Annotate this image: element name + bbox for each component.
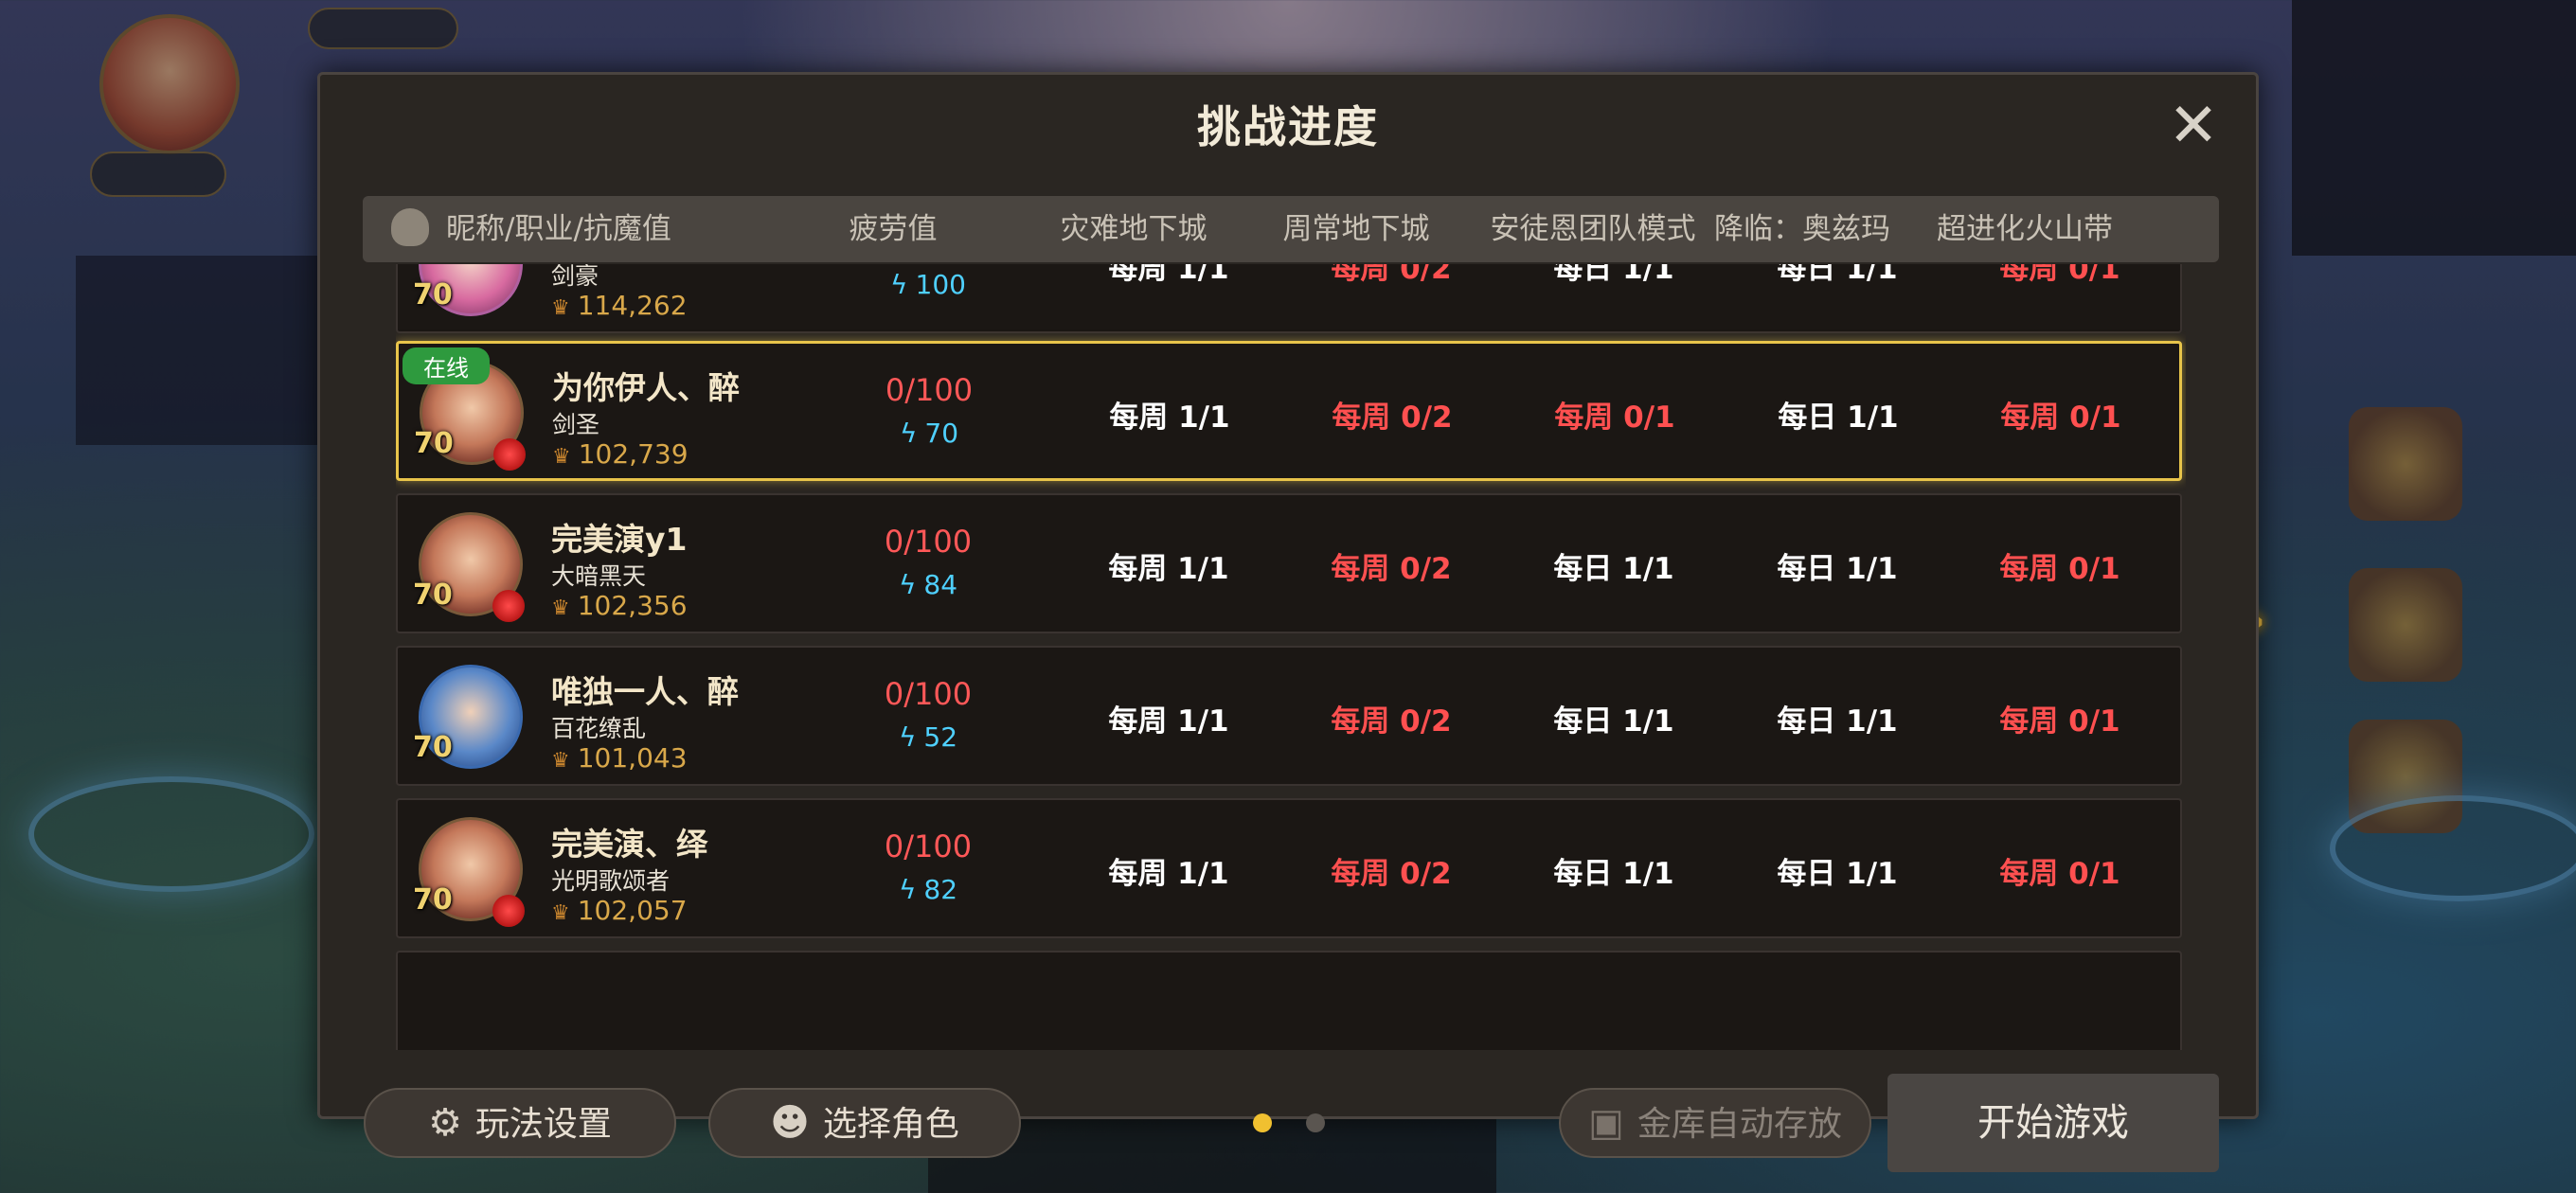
disaster-dungeon-progress: 每周 1/1 bbox=[1108, 704, 1229, 739]
crown-icon: ♛ bbox=[551, 901, 570, 925]
rose-decoration-icon bbox=[493, 438, 526, 471]
character-power: ♛ 114,262 bbox=[551, 290, 688, 321]
vault-icon: ▣ bbox=[1588, 1101, 1624, 1145]
column-header-anton-raid: 安徒恩团队模式 bbox=[1490, 212, 1696, 246]
character-level: 70 bbox=[413, 278, 453, 312]
crown-icon: ♛ bbox=[551, 749, 570, 773]
character-fatigue: 0/100 bbox=[885, 372, 974, 408]
character-icon: ☻ bbox=[770, 1101, 810, 1145]
character-level: 70 bbox=[413, 883, 453, 917]
character-row[interactable]: 70 唯独一人、醉 百花缭乱 ♛ 101,043 0/100 ϟ 52 每周 1/1… bbox=[396, 646, 2182, 786]
volcano-progress: 每周 0/1 bbox=[2000, 401, 2121, 435]
column-header-volcano: 超进化火山带 bbox=[1937, 212, 2113, 246]
disaster-dungeon-progress: 每周 1/1 bbox=[1108, 857, 1229, 891]
character-level: 70 bbox=[413, 731, 453, 764]
ozma-progress: 每日 1/1 bbox=[1777, 552, 1898, 586]
character-level: 70 bbox=[413, 579, 453, 612]
character-job: 剑圣 bbox=[552, 411, 600, 438]
anton-raid-progress: 每日 1/1 bbox=[1553, 857, 1674, 891]
disaster-dungeon-progress: 每周 1/1 bbox=[1108, 264, 1229, 286]
weekly-dungeon-progress: 每周 0/2 bbox=[1331, 704, 1452, 739]
lightning-icon: ϟ bbox=[898, 721, 917, 753]
anton-raid-progress: 每日 1/1 bbox=[1553, 552, 1674, 586]
character-name: 完美演y1 bbox=[551, 521, 688, 558]
weekly-dungeon-progress: 每周 0/2 bbox=[1331, 857, 1452, 891]
character-name: 唯独一人、醉 bbox=[551, 673, 739, 710]
character-power: ♛ 102,356 bbox=[551, 590, 688, 621]
page-indicator[interactable] bbox=[1306, 1113, 1325, 1132]
online-badge: 在线 bbox=[402, 347, 490, 384]
volcano-progress: 每周 0/1 bbox=[1999, 704, 2120, 739]
column-header-disaster-dungeon: 灾难地下城 bbox=[1060, 212, 1208, 246]
character-row[interactable] bbox=[396, 951, 2182, 1050]
character-row[interactable]: 70 剑豪 ♛ 114,262 ϟ 100 每周 1/1 每周 0/2 每日 1/1… bbox=[396, 264, 2182, 333]
start-game-button[interactable]: 开始游戏 bbox=[1887, 1074, 2219, 1172]
column-header-ozma: 降临：奥兹玛 bbox=[1714, 212, 1890, 246]
column-header-weekly-dungeon: 周常地下城 bbox=[1282, 212, 1430, 246]
ozma-progress: 每日 1/1 bbox=[1777, 704, 1898, 739]
ozma-progress: 每日 1/1 bbox=[1777, 857, 1898, 891]
character-row[interactable]: 70 完美演、绎 光明歌颂者 ♛ 102,057 0/100 ϟ 82 每周 1/1… bbox=[396, 798, 2182, 938]
crown-icon: ♛ bbox=[551, 296, 570, 320]
character-stamina: ϟ 70 bbox=[899, 418, 959, 449]
anton-raid-progress: 每日 1/1 bbox=[1553, 264, 1674, 286]
weekly-dungeon-progress: 每周 0/2 bbox=[1332, 401, 1453, 435]
volcano-progress: 每周 0/1 bbox=[1999, 552, 2120, 586]
character-fatigue: 0/100 bbox=[884, 828, 973, 864]
crown-icon: ♛ bbox=[551, 596, 570, 620]
disaster-dungeon-progress: 每周 1/1 bbox=[1109, 401, 1230, 435]
volcano-progress: 每周 0/1 bbox=[1999, 857, 2120, 891]
gameplay-settings-button[interactable]: ⚙ 玩法设置 bbox=[364, 1088, 676, 1158]
character-list[interactable]: 70 剑豪 ♛ 114,262 ϟ 100 每周 1/1 每周 0/2 每日 1/1… bbox=[396, 264, 2186, 1050]
character-job: 剑豪 bbox=[551, 264, 599, 290]
weekly-dungeon-progress: 每周 0/2 bbox=[1331, 264, 1452, 286]
close-icon[interactable]: ✕ bbox=[2167, 96, 2220, 156]
select-character-button[interactable]: ☻ 选择角色 bbox=[708, 1088, 1021, 1158]
weekly-dungeon-progress: 每周 0/2 bbox=[1331, 552, 1452, 586]
volcano-progress: 每周 0/1 bbox=[1999, 264, 2120, 286]
dialog-title: 挑战进度 bbox=[1197, 101, 1379, 152]
character-row[interactable]: 70 完美演y1 大暗黑天 ♛ 102,356 0/100 ϟ 84 每周 1/1 … bbox=[396, 493, 2182, 633]
character-job: 百花缭乱 bbox=[551, 715, 647, 742]
character-fatigue: 0/100 bbox=[884, 676, 973, 712]
disaster-dungeon-progress: 每周 1/1 bbox=[1108, 552, 1229, 586]
character-icon bbox=[391, 207, 429, 246]
ozma-progress: 每日 1/1 bbox=[1777, 264, 1898, 286]
challenge-progress-dialog: 挑战进度 ✕ 昵称/职业/抗魔值 疲劳值 灾难地下城 周常地下城 安徒恩团队模式… bbox=[317, 72, 2259, 1172]
ozma-progress: 每日 1/1 bbox=[1778, 401, 1899, 435]
character-power: ♛ 102,057 bbox=[551, 895, 688, 926]
anton-raid-progress: 每日 1/1 bbox=[1553, 704, 1674, 739]
character-stamina: ϟ 84 bbox=[898, 569, 958, 600]
character-job: 大暗黑天 bbox=[551, 562, 647, 590]
rose-decoration-icon bbox=[492, 590, 525, 622]
page-indicator-active[interactable] bbox=[1253, 1113, 1272, 1132]
character-stamina: ϟ 82 bbox=[898, 874, 958, 905]
column-header-name: 昵称/职业/抗魔值 bbox=[391, 196, 827, 262]
character-level: 70 bbox=[414, 427, 454, 460]
character-stamina: ϟ 52 bbox=[898, 721, 958, 753]
character-stamina: ϟ 100 bbox=[890, 269, 966, 300]
character-name: 完美演、绎 bbox=[551, 826, 707, 863]
character-power: ♛ 101,043 bbox=[551, 742, 688, 774]
lightning-icon: ϟ bbox=[899, 418, 918, 449]
character-fatigue: 0/100 bbox=[884, 524, 973, 560]
lightning-icon: ϟ bbox=[890, 269, 908, 300]
character-name: 为你伊人、醉 bbox=[552, 369, 740, 406]
table-header: 昵称/职业/抗魔值 疲劳值 灾难地下城 周常地下城 安徒恩团队模式 降临：奥兹玛… bbox=[363, 196, 2219, 262]
crown-icon: ♛ bbox=[552, 445, 571, 469]
anton-raid-progress: 每周 0/1 bbox=[1554, 401, 1675, 435]
rose-decoration-icon bbox=[492, 895, 525, 927]
gear-icon: ⚙ bbox=[428, 1101, 462, 1145]
lightning-icon: ϟ bbox=[898, 874, 917, 905]
vault-auto-store-button[interactable]: ▣ 金库自动存放 bbox=[1559, 1088, 1871, 1158]
column-header-fatigue: 疲劳值 bbox=[849, 212, 938, 246]
lightning-icon: ϟ bbox=[898, 569, 917, 600]
character-job: 光明歌颂者 bbox=[551, 867, 671, 895]
character-power: ♛ 102,739 bbox=[552, 438, 689, 470]
character-row-selected[interactable]: 在线 70 为你伊人、醉 剑圣 ♛ 102,739 0/100 ϟ 70 每周 1/… bbox=[396, 341, 2182, 481]
